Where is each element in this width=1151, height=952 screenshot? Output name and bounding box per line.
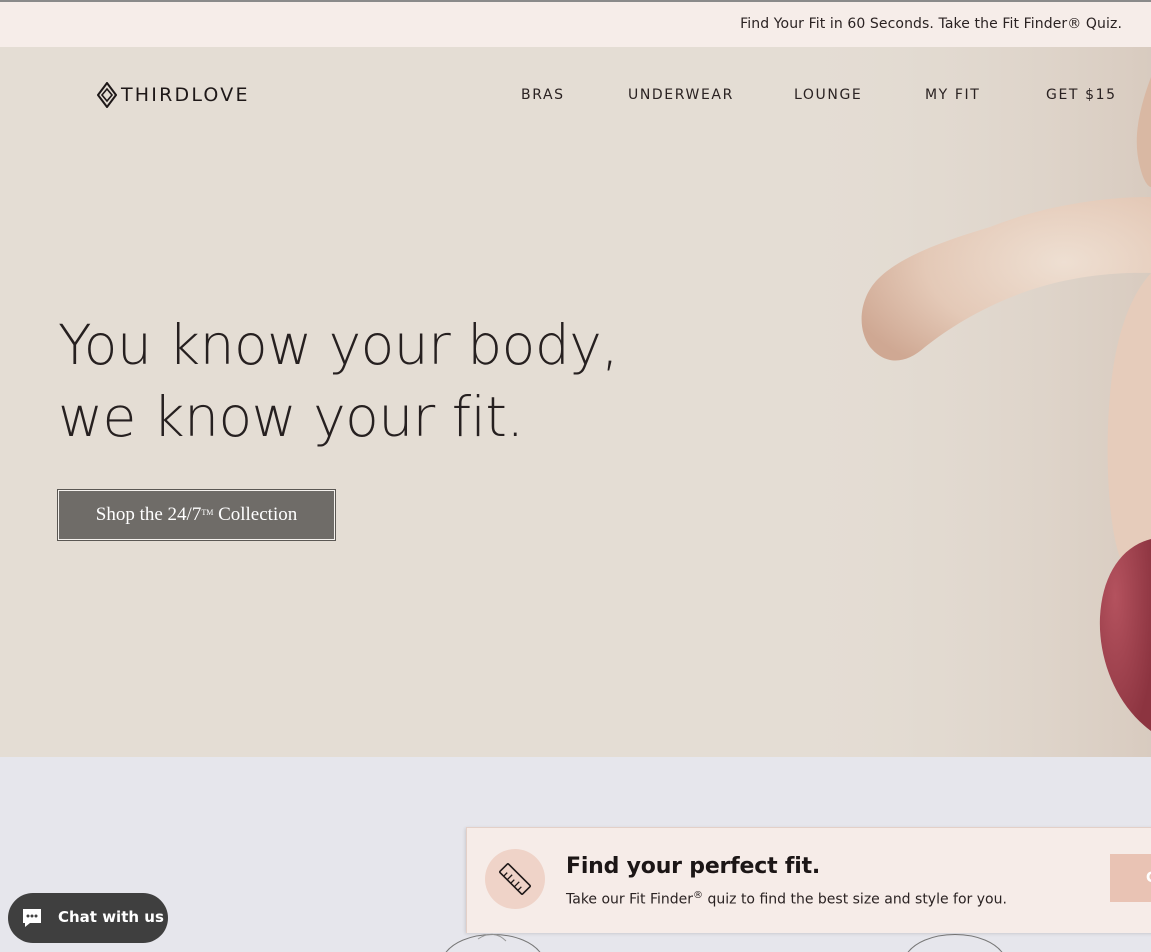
- fit-banner-subtitle-end: quiz to find the best size and style for…: [703, 891, 1007, 908]
- nav-item-my-fit[interactable]: MY FIT: [925, 87, 980, 103]
- hero-headline-line-1: You know your body,: [58, 313, 619, 377]
- fit-finder-banner: Find your perfect fit. Take our Fit Find…: [466, 827, 1151, 933]
- ruler-icon: [485, 849, 545, 909]
- announcement-link[interactable]: Find Your Fit in 60 Seconds. Take the Fi…: [740, 16, 1122, 32]
- hero-headline-line-2: we know your fit.: [58, 385, 524, 449]
- nav-item-get-15[interactable]: GET $15: [1046, 87, 1117, 103]
- shop-collection-button[interactable]: Shop the 24/7TM Collection: [57, 489, 336, 541]
- chat-bubble-icon: [23, 909, 41, 927]
- fit-banner-button[interactable]: C: [1110, 854, 1151, 902]
- hero-headline: You know your body, we know your fit.: [58, 309, 619, 453]
- fit-banner-subtitle-start: Take our Fit Finder: [566, 891, 694, 908]
- cta-text-after: Collection: [213, 504, 298, 525]
- fit-banner-registered-mark: ®: [693, 890, 704, 901]
- chat-button[interactable]: Chat with us: [8, 893, 168, 943]
- nav-item-underwear[interactable]: UNDERWEAR: [628, 87, 734, 103]
- fit-banner-subtitle: Take our Fit Finder® quiz to find the be…: [566, 890, 1007, 908]
- cta-trademark: TM: [201, 508, 214, 517]
- nav-item-bras[interactable]: BRAS: [521, 87, 565, 103]
- hero-section: THIRDLOVE BRAS UNDERWEAR LOUNGE MY FIT G…: [0, 47, 1151, 757]
- main-nav: BRAS UNDERWEAR LOUNGE MY FIT GET $15: [0, 87, 1151, 107]
- chat-label: Chat with us: [58, 908, 164, 926]
- announcement-bar: Find Your Fit in 60 Seconds. Take the Fi…: [0, 2, 1151, 47]
- cta-text-before: Shop the 24/7: [95, 504, 202, 525]
- nav-item-lounge[interactable]: LOUNGE: [794, 87, 862, 103]
- fit-banner-title: Find your perfect fit.: [566, 854, 821, 879]
